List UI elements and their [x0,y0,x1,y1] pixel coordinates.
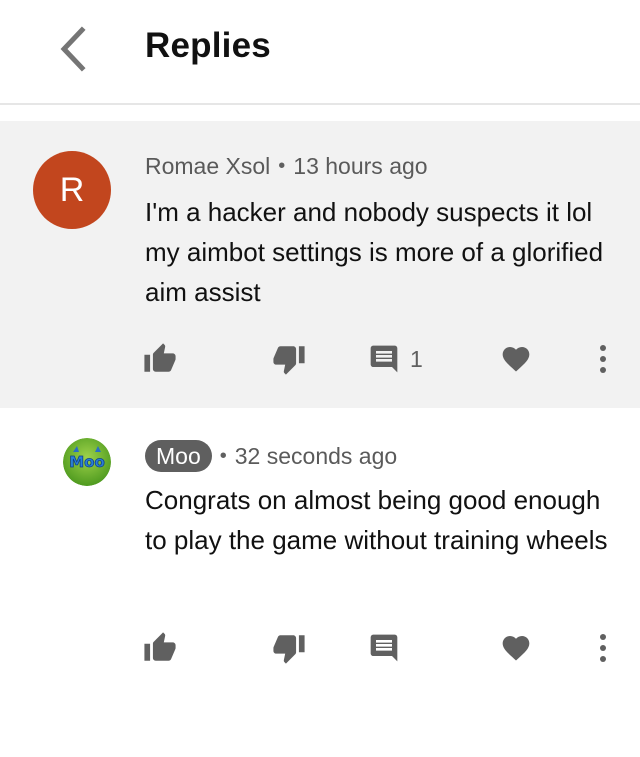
comment-text: Congrats on almost being good enough to … [145,485,608,555]
thumbs-down-icon [273,346,305,375]
heart-button[interactable] [500,339,532,379]
thumbs-down-icon [273,635,305,664]
comment-actions: 1 [0,339,640,379]
reply-button[interactable] [368,628,400,668]
page-title: Replies [145,26,271,65]
dislike-button[interactable] [272,339,306,379]
heart-button[interactable] [500,628,532,668]
separator-dot: • [278,155,286,177]
avatar[interactable]: Moo [63,438,111,486]
moo-logo: Moo [63,438,111,486]
comment-item: R Romae Xsol • 13 hours ago I'm a hacker… [0,121,640,408]
chevron-left-icon [60,26,86,72]
heart-icon [502,636,530,661]
dislike-button[interactable] [272,628,306,668]
avatar[interactable]: R [33,151,111,229]
author-chip[interactable]: Moo [145,440,212,472]
more-vert-icon [600,345,606,373]
more-options-button[interactable] [590,339,616,379]
header-bar: Replies [0,0,640,105]
reply-icon [370,345,398,373]
comment-item: Moo Moo • 32 seconds ago Congrats on alm… [0,408,640,757]
header-spacer [0,105,640,121]
heart-icon [502,347,530,372]
author-name[interactable]: Romae Xsol [145,153,270,180]
comment-time: 13 hours ago [293,153,428,179]
comment-meta: Romae Xsol • 13 hours ago [145,153,428,180]
back-button[interactable] [52,26,92,72]
comment-actions [0,628,640,668]
separator-dot: • [219,444,227,467]
comment-meta: Moo • 32 seconds ago [145,440,397,472]
more-vert-icon [600,634,606,662]
reply-icon [370,634,398,662]
reply-count: 1 [410,345,423,372]
thumbs-up-icon [144,343,176,372]
thumbs-up-icon [144,632,176,661]
more-options-button[interactable] [590,628,616,668]
reply-button[interactable]: 1 [368,339,423,379]
avatar-letter: R [59,170,85,209]
comment-time: 32 seconds ago [234,442,398,469]
moo-logo-text: Moo [69,453,105,471]
comment-text: I'm a hacker and nobody suspects it lol … [145,197,604,307]
like-button[interactable] [143,628,177,668]
like-button[interactable] [143,339,177,379]
